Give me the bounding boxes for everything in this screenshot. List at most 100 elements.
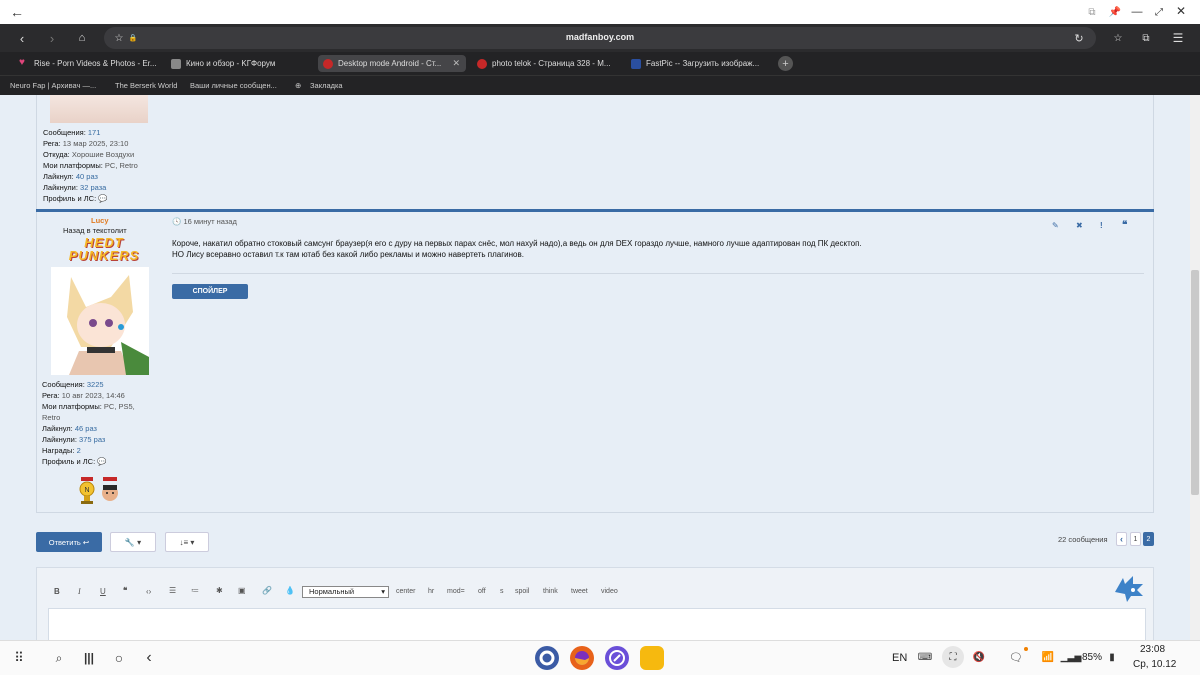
- settings-app-icon[interactable]: [535, 646, 559, 670]
- image-button[interactable]: ▣: [238, 586, 246, 595]
- tab-fastpic[interactable]: FastPic -- Загрузить изображ...: [626, 55, 776, 72]
- site-icon: [323, 59, 333, 69]
- page-content: Сообщения: 171 Рега: 13 мар 2025, 23:10 …: [0, 95, 1190, 640]
- post-author[interactable]: Lucy: [91, 216, 109, 225]
- numbered-list-button[interactable]: ≔: [191, 586, 199, 595]
- font-size-select[interactable]: Нормальный ▾: [302, 586, 389, 598]
- close-icon[interactable]: ✕: [1174, 4, 1188, 18]
- prev-page-icon[interactable]: ‹: [1116, 532, 1127, 546]
- wifi-icon[interactable]: 📶: [1040, 650, 1056, 664]
- post-text: Короче, накатил обратно стоковый самсунг…: [172, 239, 862, 259]
- bookmark-item[interactable]: Neuro Fap | Архивач —...: [10, 81, 96, 90]
- keyboard-icon[interactable]: ⌨: [918, 650, 932, 664]
- reload-icon[interactable]: ↻: [1072, 31, 1086, 45]
- nav-back-icon[interactable]: ‹: [14, 30, 30, 46]
- award-trophy-icon[interactable]: N: [78, 477, 96, 505]
- page-scrollbar[interactable]: [1190, 95, 1200, 640]
- tabs-icon[interactable]: ⧉: [1138, 30, 1154, 46]
- list-item-button[interactable]: ✱: [216, 586, 223, 595]
- tab-label: Desktop mode Android - Ст...: [338, 59, 442, 68]
- page-2-button[interactable]: 2: [1143, 532, 1154, 546]
- sort-dropdown[interactable]: ↓≡ ▾: [165, 532, 209, 552]
- browser-app-icon[interactable]: [605, 646, 629, 670]
- delete-icon[interactable]: ✖: [1076, 221, 1083, 230]
- back-button-icon[interactable]: ‹: [140, 649, 158, 667]
- add-bookmark-icon[interactable]: ⊕: [295, 81, 301, 90]
- window-mode-icon[interactable]: ⧉: [1085, 5, 1099, 19]
- maximize-icon[interactable]: ⤢: [1152, 5, 1166, 19]
- message-icon[interactable]: 💬: [98, 194, 107, 203]
- notification-dot: [1024, 647, 1028, 651]
- notification-icon[interactable]: 🗨: [1008, 650, 1024, 664]
- message-icon[interactable]: 💬: [97, 457, 106, 466]
- report-icon[interactable]: !: [1100, 221, 1103, 230]
- tag-think[interactable]: think: [543, 588, 558, 595]
- svg-text:N: N: [84, 487, 89, 494]
- edit-icon[interactable]: ✎: [1052, 221, 1059, 230]
- signal-icon: ▁▃▅: [1060, 651, 1082, 662]
- apps-grid-icon[interactable]: ⠿: [10, 649, 28, 667]
- tab-label: Rise - Porn Videos & Photos - Er...: [34, 59, 157, 68]
- bold-button[interactable]: B: [54, 587, 60, 596]
- firefox-app-icon[interactable]: [570, 646, 594, 670]
- quote-icon[interactable]: ❝: [1122, 220, 1127, 231]
- recent-apps-icon[interactable]: |||: [80, 649, 98, 667]
- avatar: [51, 267, 149, 375]
- italic-button[interactable]: I: [78, 587, 81, 596]
- underline-button[interactable]: U: [100, 587, 106, 596]
- clock-time: 23:08: [1140, 644, 1166, 655]
- quote-button[interactable]: ❝: [123, 586, 127, 595]
- award-face-icon[interactable]: [100, 477, 120, 505]
- nav-forward-icon[interactable]: ›: [44, 30, 60, 46]
- home-icon[interactable]: ⌂: [74, 30, 90, 46]
- bookmarks-icon[interactable]: ☆: [1110, 30, 1126, 46]
- minimize-icon[interactable]: —: [1130, 5, 1144, 19]
- tools-dropdown[interactable]: 🔧 ▾: [110, 532, 156, 552]
- tab-desktop-mode[interactable]: Desktop mode Android - Ст... ✕: [318, 55, 466, 72]
- browser-toolbar: ‹ › ⌂ ☆ 🔒 madfanboy.com ↻ ☆ ⧉ ☰: [0, 24, 1200, 52]
- home-button-icon[interactable]: ○: [110, 649, 128, 667]
- address-bar[interactable]: ☆ 🔒 madfanboy.com ↻: [104, 27, 1096, 49]
- tab-label: Кино и обзор - KГФорум: [186, 59, 276, 68]
- pin-icon[interactable]: 📌: [1108, 5, 1122, 19]
- scrollbar-thumb[interactable]: [1191, 270, 1199, 495]
- tag-mod[interactable]: mod=: [447, 588, 465, 595]
- reply-editor: [36, 567, 1154, 640]
- tag-center[interactable]: center: [396, 588, 415, 595]
- search-icon[interactable]: ⌕: [50, 649, 68, 667]
- previous-post: Сообщения: 171 Рега: 13 мар 2025, 23:10 …: [36, 95, 1154, 209]
- new-tab-icon[interactable]: +: [778, 56, 793, 71]
- bookmark-item[interactable]: Закладка: [310, 81, 343, 90]
- tag-s[interactable]: s: [500, 588, 504, 595]
- screenshot-icon[interactable]: ⛶: [942, 646, 964, 668]
- tag-hr[interactable]: hr: [428, 588, 434, 595]
- tab-kino[interactable]: Кино и обзор - KГФорум: [166, 55, 316, 72]
- files-app-icon[interactable]: [640, 646, 664, 670]
- chat-icon: [171, 59, 181, 69]
- page-1-button[interactable]: 1: [1130, 532, 1141, 546]
- menu-icon[interactable]: ☰: [1170, 30, 1186, 46]
- spoiler-button[interactable]: СПОЙЛЕР: [172, 284, 248, 299]
- tab-close-icon[interactable]: ✕: [452, 58, 460, 69]
- language-indicator[interactable]: EN: [892, 652, 907, 664]
- tag-spoil[interactable]: spoil: [515, 588, 529, 595]
- code-button[interactable]: ‹›: [146, 587, 151, 596]
- reply-button[interactable]: Ответить ↩: [36, 532, 102, 552]
- color-button[interactable]: 💧: [285, 586, 295, 595]
- message-textarea[interactable]: [48, 608, 1146, 640]
- mute-icon[interactable]: 🔇: [972, 650, 986, 664]
- link-button[interactable]: 🔗: [262, 586, 272, 595]
- tag-video[interactable]: video: [601, 588, 618, 595]
- back-arrow-icon[interactable]: ←: [8, 4, 26, 20]
- user-stats: Сообщения: 171 Рега: 13 мар 2025, 23:10 …: [43, 128, 138, 203]
- user-stats: Сообщения: 3225 Рега: 10 авг 2023, 14:46…: [42, 380, 135, 466]
- tab-photo-telok[interactable]: photo telok - Страница 328 - M...: [472, 55, 622, 72]
- sort-icon: ↓≡: [179, 537, 189, 547]
- bookmark-item[interactable]: The Berserk World: [115, 81, 177, 90]
- bookmark-item[interactable]: Ваши личные сообщен...: [190, 81, 277, 90]
- tag-off[interactable]: off: [478, 588, 486, 595]
- tab-rise[interactable]: ♥ Rise - Porn Videos & Photos - Er...: [14, 55, 164, 72]
- list-button[interactable]: ☰: [169, 586, 176, 595]
- wrench-icon: 🔧: [124, 537, 135, 547]
- tag-tweet[interactable]: tweet: [571, 588, 588, 595]
